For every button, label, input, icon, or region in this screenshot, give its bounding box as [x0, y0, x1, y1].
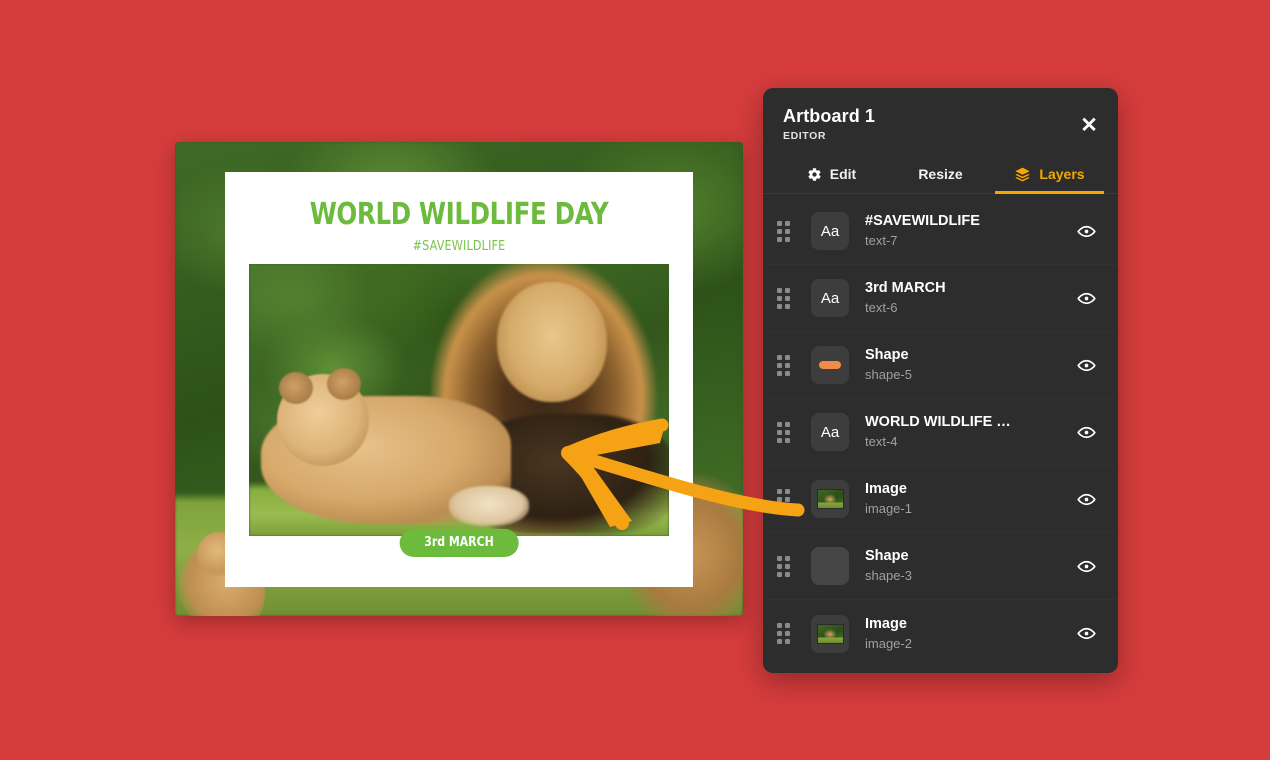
layer-name: WORLD WILDLIFE … [865, 414, 1011, 431]
layer-id: shape-5 [865, 367, 912, 383]
image-preview-icon [816, 623, 844, 644]
text-layer-icon: Aa [820, 423, 840, 441]
layer-name: Image [865, 481, 907, 498]
eye-icon[interactable] [1074, 622, 1098, 646]
layer-meta: Shape shape-3 [865, 547, 1074, 585]
layer-meta: WORLD WILDLIFE … text-4 [865, 413, 1074, 451]
eye-icon[interactable] [1074, 420, 1098, 444]
layers-list: Aa #SAVEWILDLIFE text-7 Aa 3rd MARCH tex… [763, 194, 1118, 667]
panel-tabs: Edit Resize Layers [763, 160, 1118, 194]
tab-edit[interactable]: Edit [777, 160, 886, 194]
layer-row-image-1[interactable]: Image image-1 [763, 466, 1118, 533]
text-layer-icon: Aa [820, 289, 840, 307]
layer-thumbnail-text: Aa [811, 413, 849, 451]
shape-swatch-icon [811, 547, 849, 585]
panel-subtitle: EDITOR [783, 130, 827, 142]
layer-thumbnail-text: Aa [811, 212, 849, 250]
layer-row[interactable]: Shape shape-5 [763, 332, 1118, 399]
layer-name: Shape [865, 347, 909, 364]
drag-handle-icon[interactable] [777, 488, 797, 510]
layer-thumbnail-image [811, 614, 849, 653]
poster-white-card[interactable]: WORLD WILDLIFE DAY #SAVEWILDLIFE 3rd MAR… [225, 172, 693, 587]
drag-handle-icon[interactable] [777, 220, 797, 242]
design-canvas[interactable]: WORLD WILDLIFE DAY #SAVEWILDLIFE 3rd MAR… [175, 142, 743, 616]
lion-face [497, 282, 607, 402]
layer-meta: Image image-2 [865, 615, 1074, 653]
cub-ear-left [279, 372, 313, 404]
tab-edit-label: Edit [829, 166, 857, 182]
text-layer-icon: Aa [820, 222, 840, 240]
layer-thumbnail-shape [811, 346, 849, 384]
drag-handle-icon[interactable] [777, 354, 797, 376]
layer-row[interactable]: Aa WORLD WILDLIFE … text-4 [763, 399, 1118, 466]
date-badge[interactable]: 3rd MARCH [399, 529, 519, 557]
shape-swatch-icon [819, 361, 841, 369]
eye-icon[interactable] [1074, 353, 1098, 377]
image-preview-icon [816, 489, 844, 509]
layer-row[interactable]: Image image-2 [763, 600, 1118, 667]
close-icon[interactable]: ✕ [1076, 114, 1102, 140]
poster-title: WORLD WILDLIFE DAY [309, 197, 609, 232]
layer-row[interactable]: Aa 3rd MARCH text-6 [763, 265, 1118, 332]
layer-thumbnail-shape [811, 547, 849, 585]
layer-id: shape-3 [865, 568, 912, 584]
drag-handle-icon[interactable] [777, 421, 797, 443]
layer-row[interactable]: Shape shape-3 [763, 533, 1118, 600]
layer-meta: 3rd MARCH text-6 [865, 279, 1074, 317]
tab-layers[interactable]: Layers [995, 160, 1104, 194]
layer-id: image-2 [865, 635, 912, 651]
eye-icon[interactable] [1074, 286, 1098, 310]
eye-icon[interactable] [1074, 554, 1098, 578]
gear-icon [807, 167, 822, 182]
tab-layers-label: Layers [1039, 166, 1085, 182]
layer-name: 3rd MARCH [865, 280, 946, 297]
eye-icon[interactable] [1074, 487, 1098, 511]
date-badge-label: 3rd MARCH [424, 535, 494, 550]
layer-name: Image [865, 615, 907, 632]
layers-icon [1014, 167, 1031, 182]
panel-header: Artboard 1 EDITOR ✕ [763, 88, 1118, 142]
poster-lion-photo[interactable] [249, 264, 669, 536]
editor-panel[interactable]: Artboard 1 EDITOR ✕ Edit Resize Layers A… [763, 88, 1118, 673]
layer-thumbnail-text: Aa [811, 279, 849, 317]
eye-icon[interactable] [1074, 219, 1098, 243]
lion-paw [449, 486, 529, 526]
layer-thumbnail-image [811, 480, 849, 518]
layer-name: Shape [865, 548, 909, 565]
layer-name: #SAVEWILDLIFE [865, 213, 980, 230]
layer-id: text-7 [865, 233, 898, 249]
tab-resize[interactable]: Resize [886, 160, 995, 194]
drag-handle-icon[interactable] [777, 287, 797, 309]
drag-handle-icon[interactable] [777, 555, 797, 577]
layer-meta: Shape shape-5 [865, 346, 1074, 384]
drag-handle-icon[interactable] [777, 623, 797, 644]
layer-row[interactable]: Aa #SAVEWILDLIFE text-7 [763, 198, 1118, 265]
layer-meta: Image image-1 [865, 480, 1074, 518]
cub-ear-right [327, 368, 361, 400]
layer-id: image-1 [865, 501, 912, 517]
tab-resize-label: Resize [918, 166, 963, 182]
layer-id: text-6 [865, 300, 898, 316]
layer-meta: #SAVEWILDLIFE text-7 [865, 212, 1074, 250]
layer-id: text-4 [865, 434, 898, 450]
poster-subtitle: #SAVEWILDLIFE [412, 239, 506, 254]
panel-title: Artboard 1 [783, 106, 876, 126]
